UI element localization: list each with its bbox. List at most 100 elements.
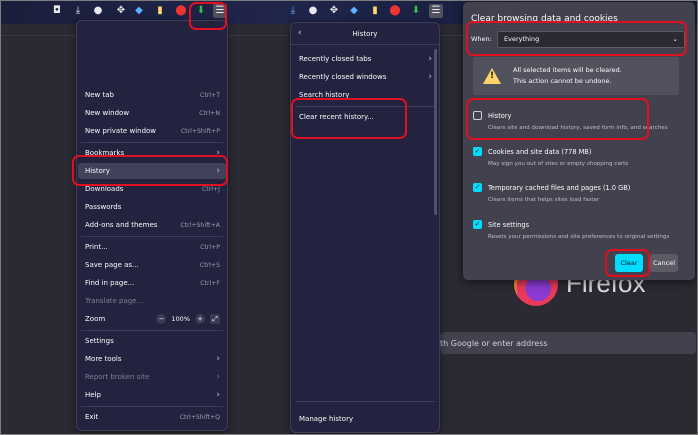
extensions-icon-2[interactable]: ✥ — [327, 4, 341, 18]
blue-addon-icon-2[interactable]: ◆ — [347, 4, 361, 18]
warning-box: ! All selected items will be cleared. Th… — [473, 57, 679, 95]
menu-divider — [81, 330, 223, 331]
highlight-clear-button — [605, 249, 650, 277]
menu-shortcut: Ctrl+N — [199, 109, 220, 117]
menu-shortcut: Ctrl+T — [200, 91, 220, 99]
menu-label: Manage history — [299, 415, 354, 423]
menu-addons-themes[interactable]: Add-ons and themes Ctrl+Shift+A — [78, 217, 226, 233]
menu-label: Print... — [85, 243, 108, 251]
menu-divider — [81, 142, 223, 143]
menu-label: Save page as... — [85, 261, 139, 269]
blue-addon-icon[interactable]: ◆ — [132, 4, 146, 18]
back-arrow-icon[interactable]: ‹ — [298, 28, 302, 38]
menu-new-tab[interactable]: New tab Ctrl+T — [78, 87, 226, 103]
menu-label: New private window — [85, 127, 157, 135]
menu-shortcut: Ctrl+Shift+P — [180, 127, 220, 135]
menu-label: New tab — [85, 91, 114, 99]
history-panel-title: History — [352, 29, 378, 38]
option-label[interactable]: Temporary cached files and pages (1.0 GB… — [488, 184, 630, 192]
menu-label: Find in page... — [85, 279, 135, 287]
menu-print[interactable]: Print... Ctrl+P — [78, 239, 226, 255]
zoom-level[interactable]: 100% — [171, 315, 190, 323]
chevron-right-icon: › — [216, 372, 220, 382]
download-icon[interactable]: ⤓ — [71, 4, 85, 18]
menu-help[interactable]: Help › — [78, 387, 226, 403]
menu-new-private-window[interactable]: New private window Ctrl+Shift+P — [78, 123, 226, 139]
search-input[interactable]: th Google or enter address — [440, 332, 696, 354]
menu-label: Recently closed windows — [299, 73, 387, 81]
extensions-icon[interactable]: ✥ — [114, 4, 128, 18]
menu-shortcut: Ctrl+Shift+Q — [179, 413, 220, 421]
menu-label: Exit — [85, 413, 99, 421]
menu-label: Translate page... — [85, 297, 144, 305]
fullscreen-icon[interactable]: ⤢ — [210, 314, 220, 324]
menu-zoom: Zoom − 100% + ⤢ — [78, 311, 226, 327]
hamburger-icon-2[interactable]: ☰ — [429, 4, 443, 18]
highlight-when-select — [466, 21, 687, 56]
yellow-addon-icon-2[interactable]: ▮ — [368, 4, 382, 18]
history-recently-closed-windows[interactable]: Recently closed windows › — [292, 69, 438, 85]
highlight-hamburger — [189, 2, 227, 30]
menu-find-in-page[interactable]: Find in page... Ctrl+F — [78, 275, 226, 291]
zoom-in-button[interactable]: + — [195, 314, 205, 324]
zoom-controls: − 100% + ⤢ — [156, 314, 220, 324]
chevron-right-icon: › — [428, 72, 432, 82]
site-settings-checkbox[interactable]: ✓ — [473, 220, 482, 229]
history-recently-closed-tabs[interactable]: Recently closed tabs › — [292, 51, 438, 67]
menu-label: Add-ons and themes — [85, 221, 158, 229]
menu-settings[interactable]: Settings — [78, 333, 226, 349]
menu-translate-page: Translate page... — [78, 293, 226, 309]
menu-label: Downloads — [85, 185, 124, 193]
red-shield-icon[interactable]: ⬤ — [174, 4, 188, 18]
green-download-icon-2[interactable]: ⬇ — [409, 4, 423, 18]
warning-line-2: This action cannot be undone. — [513, 77, 612, 85]
option-cache: ✓ Temporary cached files and pages (1.0 G… — [473, 183, 683, 203]
menu-passwords[interactable]: Passwords — [78, 199, 226, 215]
scrollbar[interactable] — [434, 49, 437, 215]
history-panel-header: ‹ History — [291, 23, 439, 45]
highlight-history-item — [72, 155, 228, 186]
menu-exit[interactable]: Exit Ctrl+Shift+Q — [78, 409, 226, 425]
menu-shortcut: Ctrl+J — [201, 185, 220, 193]
history-panel: ‹ History Recently closed tabs › Recently… — [290, 22, 440, 433]
menu-shortcut: Ctrl+F — [200, 279, 220, 287]
menu-more-tools[interactable]: More tools › — [78, 351, 226, 367]
media-icon-2[interactable]: ● — [306, 4, 320, 18]
app-menu: New tab Ctrl+T New window Ctrl+N New priva… — [76, 20, 228, 431]
chevron-right-icon: › — [428, 54, 432, 64]
highlight-clear-recent — [291, 98, 407, 139]
cache-checkbox[interactable]: ✓ — [473, 183, 482, 192]
chevron-right-icon: › — [216, 354, 220, 364]
menu-label: Help — [85, 391, 101, 399]
menu-divider — [81, 406, 223, 407]
warning-text: All selected items will be cleared. This… — [513, 65, 622, 87]
chevron-right-icon: › — [216, 390, 220, 400]
menu-divider — [295, 401, 435, 402]
menu-shortcut: Ctrl+Shift+A — [180, 221, 220, 229]
menu-label: Zoom — [85, 315, 106, 323]
option-label[interactable]: Cookies and site data (778 MB) — [488, 148, 591, 156]
menu-divider — [81, 236, 223, 237]
media-icon[interactable]: ● — [91, 4, 105, 18]
download-icon-2[interactable]: ⤓ — [286, 4, 300, 18]
pocket-icon[interactable]: ◘ — [50, 4, 64, 18]
menu-label: Passwords — [85, 203, 122, 211]
option-site-settings: ✓ Site settings Resets your permissions a… — [473, 220, 683, 240]
zoom-out-button[interactable]: − — [156, 314, 167, 324]
cookies-checkbox[interactable]: ✓ — [473, 147, 482, 156]
option-label[interactable]: Site settings — [488, 221, 529, 229]
menu-label: Recently closed tabs — [299, 55, 372, 63]
warning-line-1: All selected items will be cleared. — [513, 66, 622, 74]
history-manage[interactable]: Manage history — [292, 411, 438, 427]
menu-report-broken-site: Report broken site › — [78, 369, 226, 385]
warning-icon: ! — [483, 68, 501, 84]
menu-label: New window — [85, 109, 130, 117]
menu-new-window[interactable]: New window Ctrl+N — [78, 105, 226, 121]
cancel-button[interactable]: Cancel — [650, 254, 678, 272]
yellow-addon-icon[interactable]: ▮ — [153, 4, 167, 18]
option-cookies: ✓ Cookies and site data (778 MB) May sign… — [473, 147, 683, 167]
menu-label: Report broken site — [85, 373, 150, 381]
red-shield-icon-2[interactable]: ⬤ — [388, 4, 402, 18]
menu-save-page[interactable]: Save page as... Ctrl+S — [78, 257, 226, 273]
option-desc: Clears items that helps sites load faste… — [488, 197, 600, 203]
